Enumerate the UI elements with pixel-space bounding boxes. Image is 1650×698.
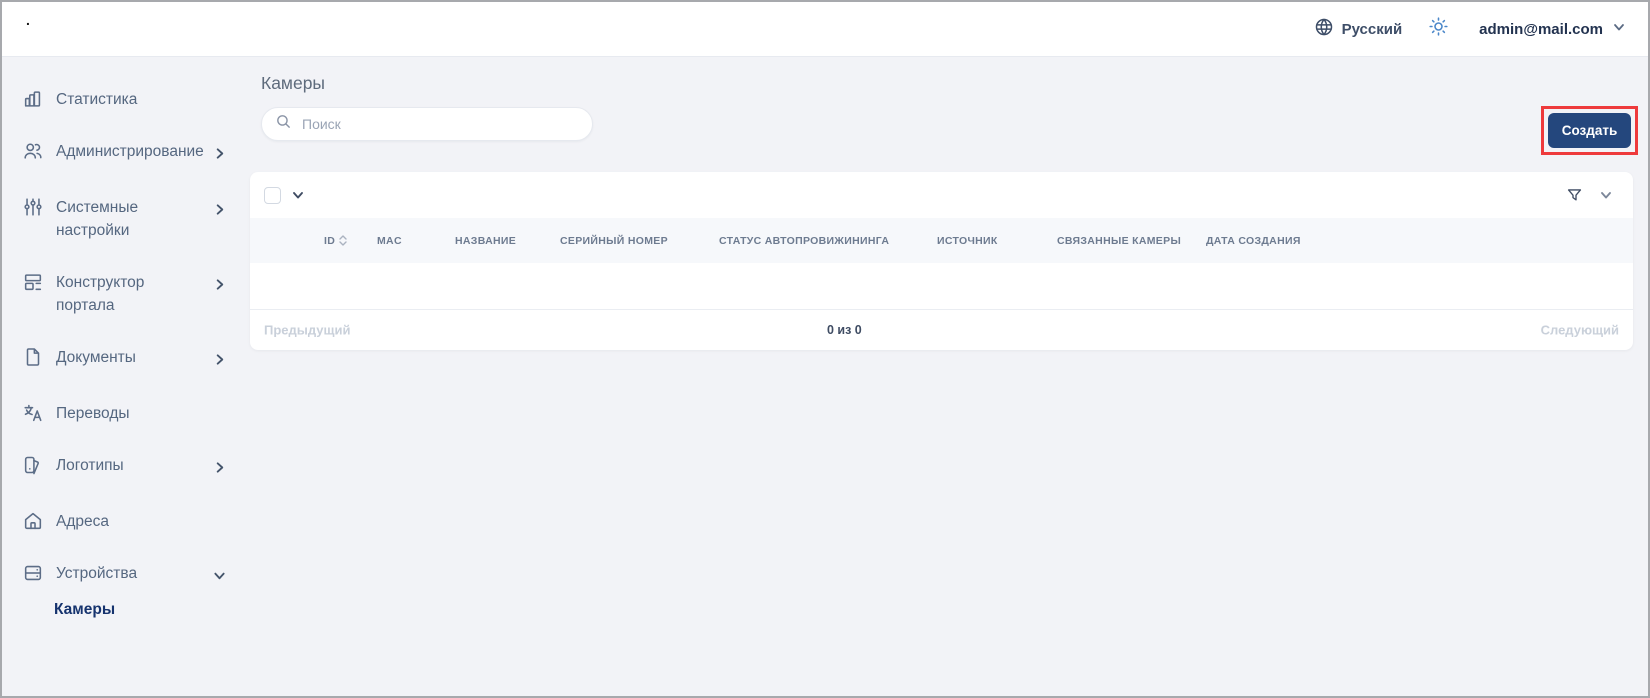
theme-toggle[interactable] (1428, 16, 1449, 42)
sidebar-item-label: Логотипы (56, 454, 124, 477)
table-empty-body (250, 263, 1633, 309)
bar-chart-icon (22, 88, 44, 110)
sidebar: Статистика Администрирование (2, 57, 242, 696)
pagination-prev-button[interactable]: Предыдущий (264, 323, 350, 338)
chevron-right-icon (207, 350, 226, 373)
sidebar-item-logos[interactable]: Логотипы (2, 454, 242, 481)
cameras-table-card: ID MAC НАЗВАНИЕ СЕРИЙНЫЙ НОМЕР СТАТУС АВ… (250, 172, 1633, 350)
search-input[interactable] (302, 116, 580, 132)
select-options-chevron-icon[interactable] (291, 188, 305, 202)
column-header-linked-cameras: СВЯЗАННЫЕ КАМЕРЫ (1057, 235, 1181, 247)
devices-icon (22, 562, 44, 584)
table-header-row: ID MAC НАЗВАНИЕ СЕРИЙНЫЙ НОМЕР СТАТУС АВ… (250, 218, 1633, 263)
language-label: Русский (1342, 21, 1403, 38)
account-menu[interactable]: admin@mail.com (1479, 20, 1626, 39)
annotation-highlight-box: Создать (1541, 106, 1638, 155)
funnel-icon[interactable] (1565, 186, 1584, 205)
select-all-checkbox[interactable] (264, 187, 281, 204)
search-icon (275, 113, 292, 135)
sidebar-item-administration[interactable]: Администрирование (2, 140, 242, 167)
column-header-id[interactable]: ID (324, 235, 347, 247)
table-toolbar (250, 172, 1633, 218)
column-header-serial: СЕРИЙНЫЙ НОМЕР (560, 235, 668, 247)
table-toolbar-right (1565, 186, 1613, 205)
search-bar (261, 107, 593, 141)
home-icon (22, 510, 44, 532)
pagination: Предыдущий 0 из 0 Следующий (250, 309, 1633, 350)
column-header-name: НАЗВАНИЕ (455, 235, 516, 247)
sidebar-item-devices[interactable]: Устройства (2, 562, 242, 589)
users-icon (22, 140, 44, 162)
chevron-right-icon (207, 458, 226, 481)
create-button[interactable]: Создать (1548, 113, 1631, 148)
chevron-right-icon (207, 144, 226, 167)
pagination-info: 0 из 0 (827, 323, 862, 337)
sidebar-item-translations[interactable]: Переводы (2, 402, 242, 425)
sidebar-item-label: Переводы (56, 402, 130, 425)
sidebar-item-label: Документы (56, 346, 136, 369)
language-switcher[interactable]: Русский (1314, 17, 1403, 42)
chevron-down-icon (207, 566, 226, 589)
sidebar-item-portal-builder[interactable]: Конструктор портала (2, 271, 242, 317)
chevron-right-icon (207, 275, 226, 298)
pagination-next-button[interactable]: Следующий (1541, 323, 1619, 338)
chevron-right-icon (207, 200, 226, 223)
document-icon (22, 346, 44, 368)
sidebar-item-documents[interactable]: Документы (2, 346, 242, 373)
page-body: Статистика Администрирование (2, 57, 1648, 696)
sidebar-item-statistics[interactable]: Статистика (2, 88, 242, 111)
page-title: Камеры (261, 73, 325, 94)
sidebar-item-label: Адреса (56, 510, 109, 533)
layout-icon (22, 271, 44, 293)
main-content: Камеры Создать (242, 57, 1648, 696)
sidebar-item-label: Устройства (56, 562, 137, 585)
topbar: . Русский (2, 2, 1648, 57)
sun-icon (1428, 16, 1449, 42)
sidebar-item-label: Статистика (56, 88, 137, 111)
logo: . (26, 15, 30, 25)
topbar-right: Русский admin@mail.com (1314, 2, 1626, 56)
sidebar-item-label: Администрирование (56, 140, 198, 163)
globe-icon (1314, 17, 1334, 42)
column-header-source: ИСТОЧНИК (937, 235, 998, 247)
sidebar-item-label: Системные настройки (56, 196, 198, 242)
chevron-down-icon (1612, 20, 1626, 39)
sidebar-item-addresses[interactable]: Адреса (2, 510, 242, 533)
translate-icon (22, 402, 44, 424)
column-header-autoprovisioning-status: СТАТУС АВТОПРОВИЖИНИНГА (719, 235, 889, 247)
logos-icon (22, 454, 44, 476)
column-header-created-date: ДАТА СОЗДАНИЯ (1206, 235, 1301, 247)
sidebar-item-label: Конструктор портала (56, 271, 198, 317)
sidebar-item-system-settings[interactable]: Системные настройки (2, 196, 242, 242)
account-email: admin@mail.com (1479, 21, 1603, 38)
app-window: . Русский (0, 0, 1650, 698)
column-header-mac: MAC (377, 235, 402, 247)
filter-chevron-down-icon[interactable] (1599, 188, 1613, 202)
sort-arrows-icon (339, 235, 347, 246)
sidebar-subitem-cameras-active[interactable]: Камеры (2, 601, 242, 619)
sliders-icon (22, 196, 44, 218)
